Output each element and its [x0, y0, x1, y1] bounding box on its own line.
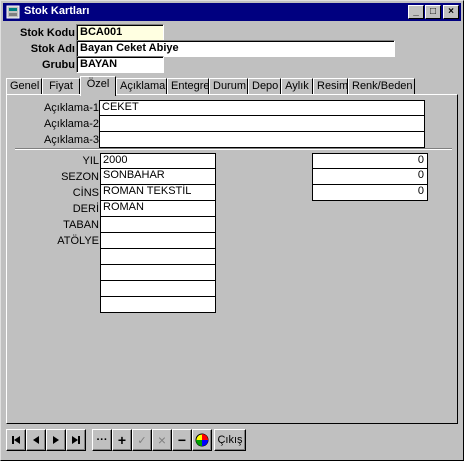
attribute-year-field[interactable]: 2000	[100, 153, 216, 169]
attribute-field-8[interactable]	[100, 265, 216, 281]
description-1-field[interactable]: CEKET	[99, 100, 425, 116]
post-record-button[interactable]: ✓	[132, 429, 152, 451]
attribute-season-field[interactable]: SONBAHAR	[100, 169, 216, 185]
tab-durum[interactable]: Durum	[209, 78, 248, 94]
more-button[interactable]: ···	[92, 429, 112, 451]
app-icon	[6, 5, 20, 19]
attribute-leather-label: DERİ	[72, 203, 99, 215]
attribute-field-9[interactable]	[100, 281, 216, 297]
tab-entegre[interactable]: Entegre	[167, 78, 210, 94]
description-1-label: Açıklama-1	[43, 102, 99, 114]
description-3-field[interactable]	[99, 132, 425, 148]
numeric-field-2[interactable]: 0	[312, 169, 428, 185]
prior-record-icon	[33, 436, 39, 444]
exit-button-label: Çıkış	[217, 434, 243, 446]
insert-record-button[interactable]: +	[112, 429, 132, 451]
attribute-sole-field[interactable]	[100, 217, 216, 233]
tab-renk-beden[interactable]: Renk/Beden	[348, 78, 415, 94]
section-divider	[15, 148, 452, 150]
attribute-field-7[interactable]	[100, 249, 216, 265]
attribute-workshop-field[interactable]	[100, 233, 216, 249]
exit-button[interactable]: Çıkış	[214, 429, 246, 451]
tab-ozel[interactable]: Özel	[80, 76, 116, 96]
numeric-field-3[interactable]: 0	[312, 185, 428, 201]
first-record-button[interactable]	[6, 429, 26, 451]
tab-aciklama[interactable]: Açıklama	[116, 78, 167, 94]
attribute-type-label: CİNS	[72, 187, 99, 199]
stock-name-field[interactable]: Bayan Ceket Abiye	[76, 40, 395, 57]
color-palette-icon	[195, 433, 209, 447]
minimize-button[interactable]: _	[408, 5, 424, 19]
description-3-label: Açıklama-3	[43, 134, 99, 146]
attribute-leather-field[interactable]: ROMAN	[100, 201, 216, 217]
prior-record-button[interactable]	[26, 429, 46, 451]
attribute-season-label: SEZON	[61, 171, 99, 183]
stock-code-label: Stok Kodu	[20, 27, 75, 39]
tab-resim[interactable]: Resim	[313, 78, 348, 94]
group-label: Grubu	[42, 59, 75, 71]
delete-record-button[interactable]: −	[172, 429, 192, 451]
attribute-field-10[interactable]	[100, 297, 216, 313]
description-2-label: Açıklama-2	[43, 118, 99, 130]
stock-cards-window: Stok Kartları _ □ × Stok Kodu BCA001 Sto…	[0, 0, 464, 461]
next-record-button[interactable]	[46, 429, 66, 451]
tab-genel[interactable]: Genel	[6, 78, 42, 94]
stock-name-label: Stok Adı	[30, 43, 75, 55]
last-record-icon	[72, 436, 80, 444]
title-bar[interactable]: Stok Kartları _ □ ×	[3, 3, 461, 21]
numeric-field-1[interactable]: 0	[312, 153, 428, 169]
attribute-type-field[interactable]: ROMAN TEKSTİL	[100, 185, 216, 201]
tab-fiyat[interactable]: Fiyat	[42, 78, 80, 94]
first-record-icon	[12, 436, 20, 444]
description-2-field[interactable]	[99, 116, 425, 132]
window-title: Stok Kartları	[24, 5, 90, 17]
attribute-year-label: YIL	[82, 155, 99, 167]
last-record-button[interactable]	[66, 429, 86, 451]
group-field[interactable]: BAYAN	[76, 56, 164, 73]
tab-aylik[interactable]: Aylık	[281, 78, 313, 94]
cancel-record-button[interactable]: ×	[152, 429, 172, 451]
attribute-workshop-label: ATÖLYE	[57, 235, 99, 247]
stock-code-field[interactable]: BCA001	[76, 24, 164, 41]
attribute-sole-label: TABAN	[63, 219, 99, 231]
tab-depo[interactable]: Depo	[248, 78, 281, 94]
close-button[interactable]: ×	[443, 5, 459, 19]
color-palette-button[interactable]	[192, 429, 212, 451]
maximize-button[interactable]: □	[425, 5, 441, 19]
next-record-icon	[53, 436, 59, 444]
